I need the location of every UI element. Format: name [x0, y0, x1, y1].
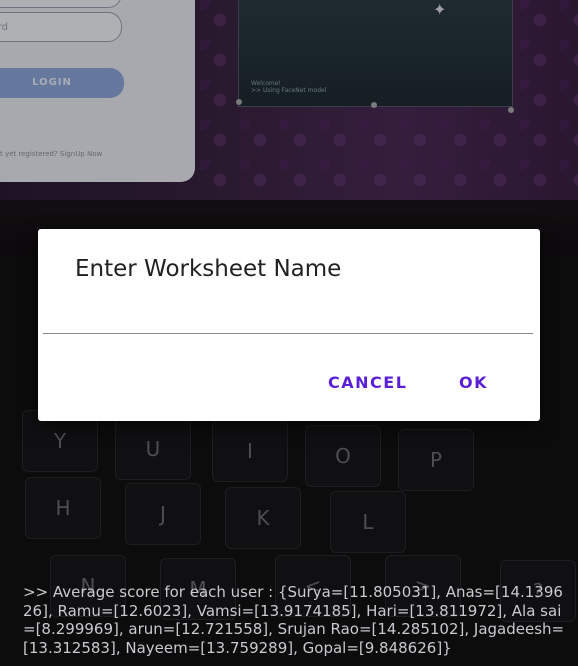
ok-button[interactable]: OK [459, 373, 488, 392]
cancel-button[interactable]: CANCEL [328, 373, 407, 392]
worksheet-name-input[interactable] [43, 307, 533, 334]
dialog-title: Enter Worksheet Name [75, 256, 342, 282]
worksheet-name-dialog: Enter Worksheet Name CANCEL OK [38, 229, 540, 421]
console-output: >> Average score for each user : {Surya=… [23, 583, 565, 657]
